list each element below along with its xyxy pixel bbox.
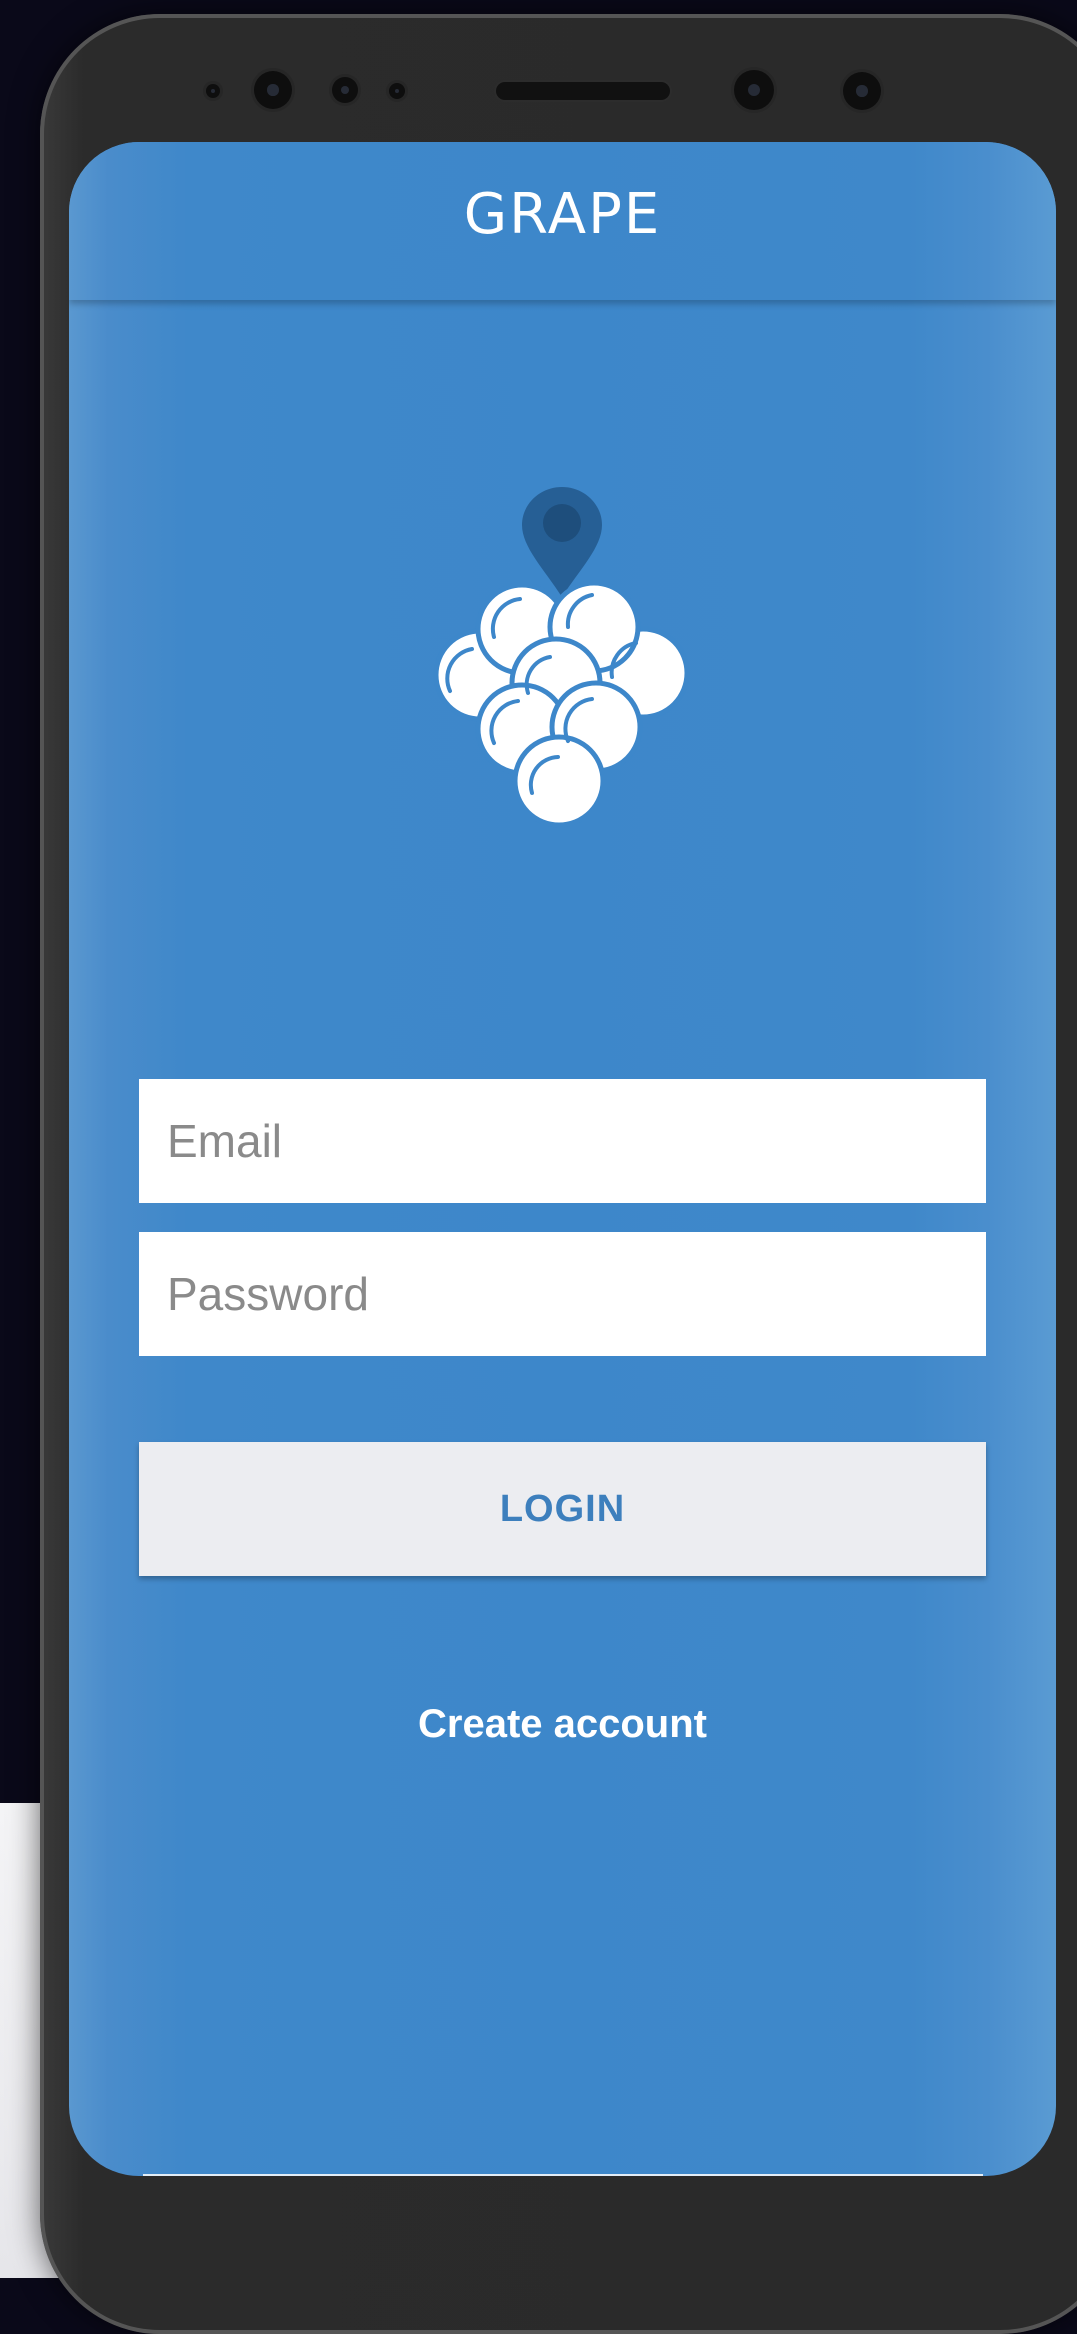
screen-bottom-divider	[143, 2174, 983, 2176]
phone-sensor-icon	[254, 71, 292, 109]
email-input[interactable]	[139, 1079, 986, 1203]
phone-screen: GRAPE LOGIN Create ac	[69, 142, 1056, 2176]
phone-sensor-icon	[206, 84, 220, 98]
phone-sensor-icon	[332, 77, 358, 103]
grape-location-icon	[433, 487, 690, 828]
front-camera-icon	[734, 70, 774, 110]
app-bar: GRAPE	[69, 142, 1056, 300]
login-button[interactable]: LOGIN	[139, 1442, 986, 1576]
create-account-link[interactable]: Create account	[69, 1702, 1056, 1747]
app-title: GRAPE	[463, 181, 662, 247]
password-input[interactable]	[139, 1232, 986, 1356]
phone-sensor-icon	[389, 83, 405, 99]
phone-sensor-icon	[843, 72, 881, 110]
phone-speaker	[496, 82, 670, 100]
